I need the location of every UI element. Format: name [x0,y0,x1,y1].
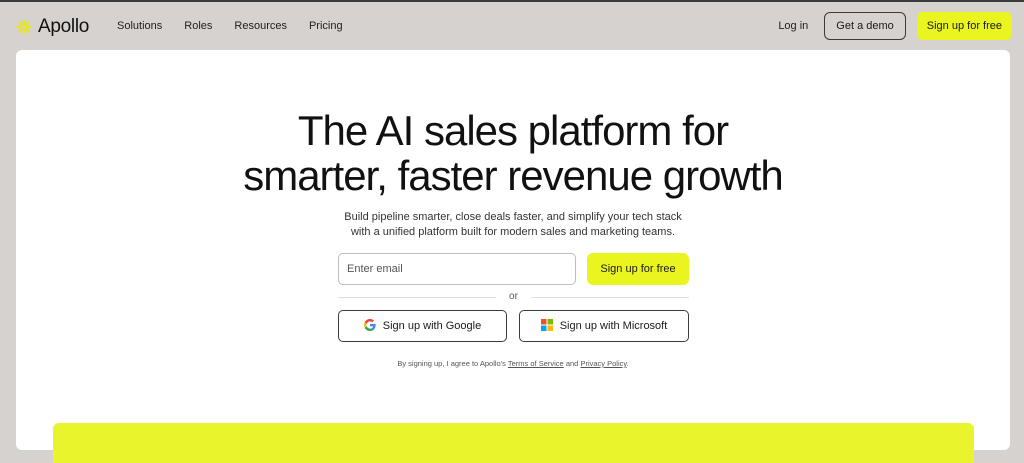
hero-subheadline: Build pipeline smarter, close deals fast… [16,210,1010,240]
microsoft-signup-button[interactable]: Sign up with Microsoft [519,310,689,342]
headline-line-1: The AI sales platform for [297,107,729,154]
microsoft-squares-icon [540,318,553,334]
google-g-icon [363,318,376,334]
email-placeholder: Enter email [347,263,403,275]
microsoft-button-label: Sign up with Microsoft [559,320,668,332]
nav-link-pricing[interactable]: Pricing [309,20,343,32]
logo-text: Apollo [38,16,90,37]
nav-actions: Log in Get a demo Sign up for free [778,12,1012,40]
google-signup-button[interactable]: Sign up with Google [338,310,507,342]
nav-link-resources[interactable]: Resources [234,20,287,32]
nav-link-solutions[interactable]: Solutions [117,20,162,32]
yellow-section-preview [53,423,974,463]
or-divider: or [338,290,689,304]
login-link[interactable]: Log in [778,20,808,32]
legal-notice: By signing up, I agree to Apollo's Terms… [16,359,1010,368]
subheadline-line-1: Build pipeline smarter, close deals fast… [344,211,682,223]
hero-card: The AI sales platform for smarter, faste… [16,50,1010,463]
divider-line-right [531,297,689,298]
nav-link-roles[interactable]: Roles [184,20,212,32]
get-demo-button[interactable]: Get a demo [824,12,906,40]
email-input[interactable]: Enter email [338,253,576,285]
subheadline-line-2: with a unified platform built for modern… [350,226,676,238]
hero-headline: The AI sales platform for smarter, faste… [16,108,1010,198]
privacy-policy-link[interactable]: Privacy Policy [580,359,626,368]
signup-nav-button[interactable]: Sign up for free [916,12,1012,40]
headline-line-2: smarter, faster revenue growth [243,152,784,199]
main-nav-links: Solutions Roles Resources Pricing [117,20,365,32]
google-button-label: Sign up with Google [382,320,482,332]
legal-period: . [626,359,629,368]
legal-prefix: By signing up, I agree to Apollo's [397,359,506,368]
top-nav: Apollo Solutions Roles Resources Pricing… [0,2,1024,50]
legal-and: and [565,359,579,368]
signup-button[interactable]: Sign up for free [587,253,689,285]
apollo-logo[interactable]: Apollo [16,16,89,38]
terms-of-service-link[interactable]: Terms of Service [508,359,564,368]
apollo-sunburst-icon [16,19,32,35]
